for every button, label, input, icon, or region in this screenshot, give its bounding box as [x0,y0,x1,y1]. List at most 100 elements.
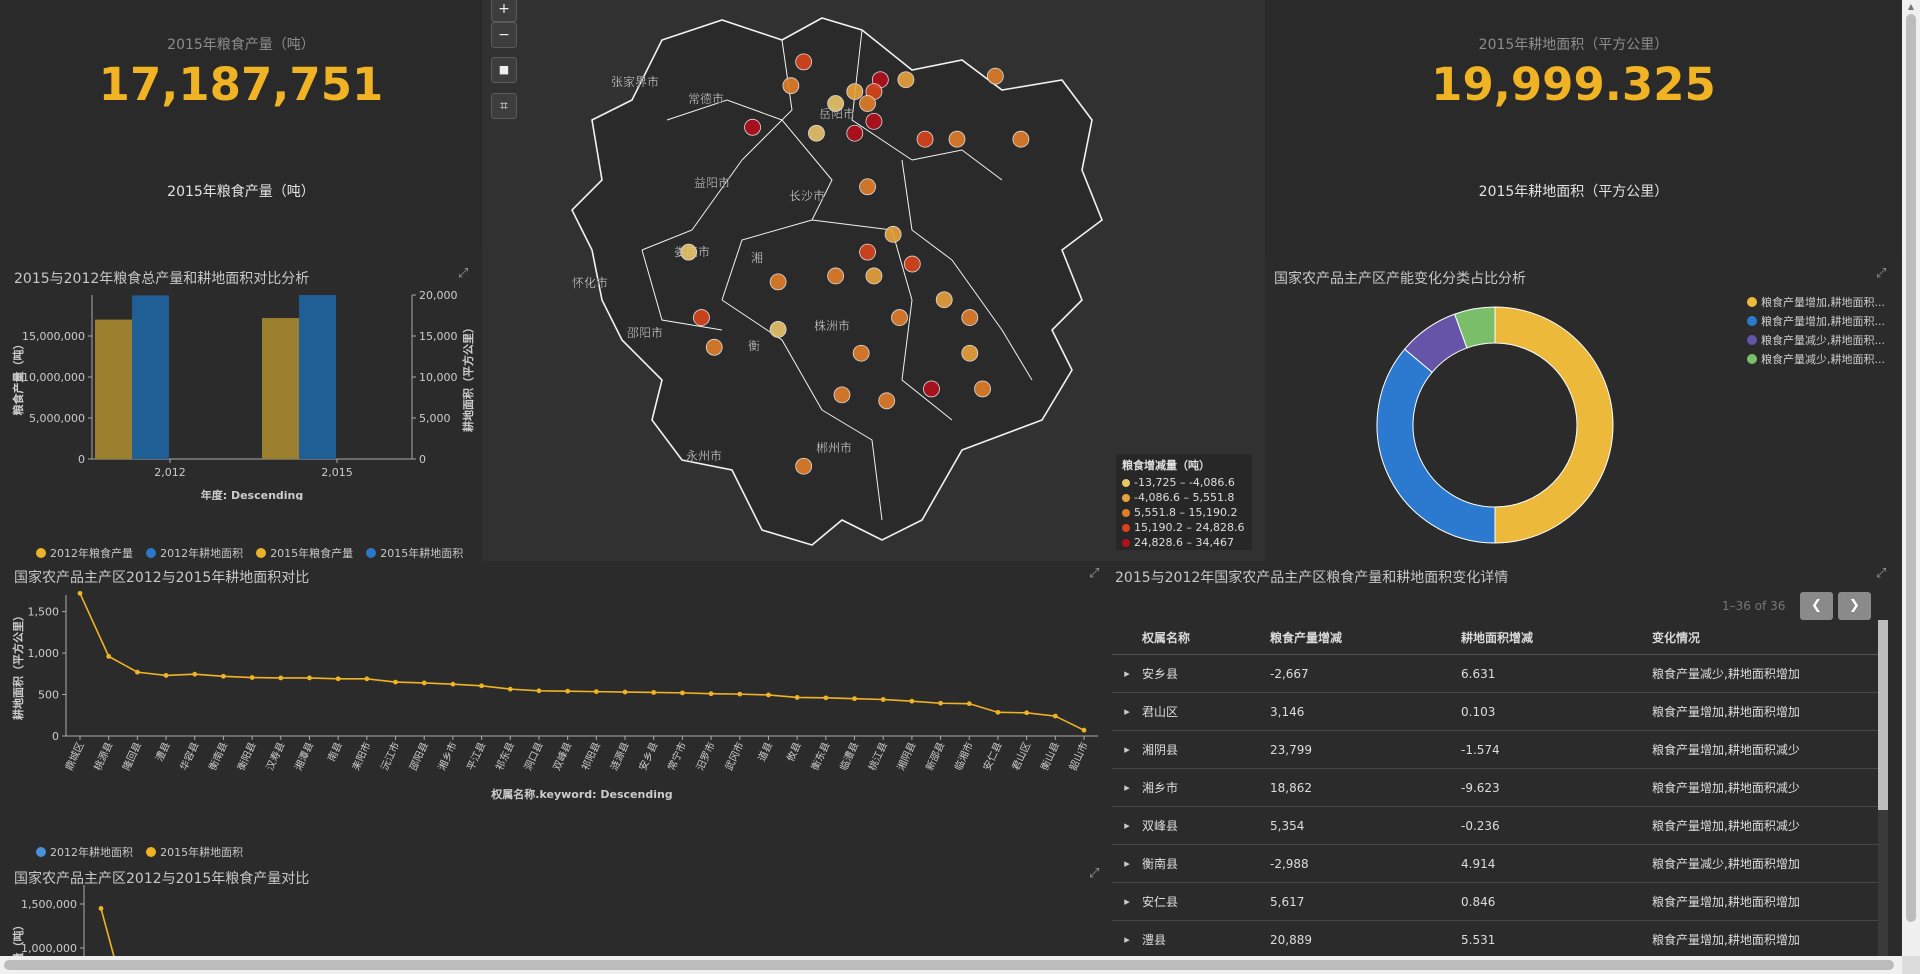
line2-expand-icon[interactable]: ⤢ [1089,866,1099,881]
row-expand-icon[interactable]: ▸ [1112,692,1142,731]
legend-label: 粮食产量减少,耕地面积... [1761,333,1885,347]
bar-legend-item[interactable]: 2012年粮食产量 [36,545,133,561]
column-header[interactable]: 粮食产量增减 [1270,620,1461,655]
table-row[interactable]: ▸ 安仁县 5,617 0.846 粮食产量增加,耕地面积增加 [1112,882,1878,921]
table-row[interactable]: ▸ 安乡县 -2,667 6.631 粮食产量减少,耕地面积增加 [1112,654,1878,693]
row-expand-icon[interactable]: ▸ [1112,730,1142,769]
cell-change-type: 粮食产量增加,耕地面积增加 [1652,692,1878,731]
line1-expand-icon[interactable]: ⤢ [1089,566,1099,581]
donut-legend-item[interactable]: 粮食产量增加,耕地面积... [1747,311,1885,330]
x-tick-label: 桃江县 [865,740,889,773]
horizontal-scroll-thumb[interactable] [4,960,1894,970]
x-tick-label: 韶山市 [1066,740,1090,773]
prev-page-button[interactable]: ❮ [1800,592,1833,620]
x-tick-label: 鼎城区 [63,740,87,772]
x-tick-label: 祁东县 [493,740,517,773]
map-marker [961,309,979,326]
map-legend: 粮食增减量（吨） -13,725 – -4,086.6 -4,086.6 – 5,… [1116,454,1252,550]
donut-legend-item[interactable]: 粮食产量增加,耕地面积... [1747,292,1885,311]
x-tick-label: 衡阳县 [235,740,259,772]
city-label: 常德市 [688,91,724,106]
column-header[interactable]: 权属名称 [1142,620,1270,655]
table-row[interactable]: ▸ 衡南县 -2,988 4.914 粮食产量减少,耕地面积增加 [1112,844,1878,883]
left-metric-panel: 2015年粮食产量（吨） 17,187,751 2015年粮食产量（吨） [0,0,482,255]
zoom-out-button[interactable]: − [491,22,517,48]
cell-area-change: 4.914 [1461,844,1652,883]
series-point [708,691,714,697]
bar-legend: 2012年粮食产量 2012年耕地面积 2015年粮食产量 2015年耕地面积 [36,543,471,562]
row-expand-icon[interactable]: ▸ [1112,654,1142,693]
vertical-scroll-thumb[interactable] [1906,14,1916,922]
table-row[interactable]: ▸ 双峰县 5,354 -0.236 粮食产量增加,耕地面积减少 [1112,806,1878,845]
x-tick-label: 祁阳县 [579,740,603,773]
legend-label: 粮食产量增加,耕地面积... [1761,295,1885,309]
donut-legend-item[interactable]: 粮食产量减少,耕地面积... [1747,330,1885,349]
donut-legend-item[interactable]: 粮食产量减少,耕地面积... [1747,349,1885,368]
x-tick-label: 道县 [755,740,775,764]
city-label: 郴州市 [816,440,852,455]
map-marker [769,321,787,338]
cell-food-change: 20,889 [1270,920,1461,959]
series-point [335,676,341,682]
bar [132,295,169,459]
legend-label: 2015年耕地面积 [160,846,244,859]
row-expand-icon[interactable]: ▸ [1112,806,1142,845]
y-tick-label: 15,000,000 [22,330,85,343]
y-tick-label: 0 [52,730,59,743]
map-legend-item: 24,828.6 – 34,467 [1122,535,1246,550]
draw-square-button[interactable]: ■ [491,57,517,83]
column-header[interactable]: 变化情况 [1652,620,1878,655]
x-tick-label: 临澧县 [837,740,861,773]
next-page-button[interactable]: ❯ [1838,592,1871,620]
crop-button[interactable]: ⌗ [491,93,517,119]
table-expand-icon[interactable]: ⤢ [1876,566,1886,581]
right-metric-panel: 2015年耕地面积（平方公里） 19,999.325 2015年耕地面积（平方公… [1265,0,1902,255]
zoom-in-button[interactable]: + [491,0,517,22]
cell-food-change: 5,354 [1270,806,1461,845]
legend-label: 2012年耕地面积 [50,846,133,859]
legend-dot-icon [1747,296,1757,307]
bar-legend-item[interactable]: 2015年粮食产量 [256,545,353,561]
x-tick-label: 桃源县 [91,740,115,773]
map-marker [744,118,761,136]
page-horizontal-scrollbar[interactable] [0,956,1902,974]
table-scrollbar[interactable] [1878,620,1888,956]
line1-legend-item[interactable]: 2012年耕地面积 [36,844,133,860]
x-tick-label: 隆回县 [120,740,144,773]
table-scrollbar-thumb[interactable] [1878,620,1888,810]
legend-dot-icon [36,847,46,857]
series-point [507,686,513,692]
row-expand-icon[interactable]: ▸ [1112,882,1142,921]
x-tick-label: 沅江市 [378,740,402,773]
line1-legend-item[interactable]: 2015年耕地面积 [146,844,243,860]
table-row[interactable]: ▸ 君山区 3,146 0.103 粮食产量增加,耕地面积增加 [1112,692,1878,731]
legend-dot-icon [1122,493,1130,502]
column-header[interactable]: 耕地面积增减 [1461,620,1652,655]
donut-legend: 粮食产量增加,耕地面积... 粮食产量增加,耕地面积... 粮食产量减少,耕地面积.… [1747,292,1885,368]
series-point [1052,713,1058,719]
x-tick-label: 新邵县 [923,740,947,773]
cell-change-type: 粮食产量增加,耕地面积减少 [1652,806,1878,845]
scroll-up-icon[interactable]: ▲ [1902,0,1920,14]
cell-food-change: 3,146 [1270,692,1461,731]
table-row[interactable]: ▸ 湘乡市 18,862 -9.623 粮食产量增加,耕地面积减少 [1112,768,1878,807]
row-expand-icon[interactable]: ▸ [1112,844,1142,883]
series-point [364,676,370,682]
right-metric-value: 19,999.325 [1431,58,1716,111]
table-row[interactable]: ▸ 湘阴县 23,799 -1.574 粮食产量增加,耕地面积减少 [1112,730,1878,769]
legend-label: 粮食产量减少,耕地面积... [1761,352,1885,366]
map-marker [859,243,876,261]
bar-legend-item[interactable]: 2015年耕地面积 [366,545,463,561]
row-expand-icon[interactable]: ▸ [1112,920,1142,959]
bar [95,319,132,459]
row-expand-icon[interactable]: ▸ [1112,768,1142,807]
page-vertical-scrollbar[interactable]: ▲ [1902,0,1920,956]
x-tick-label: 湘阴县 [894,740,918,773]
donut-expand-icon[interactable]: ⤢ [1876,266,1886,281]
series-point [98,906,104,911]
map-marker [827,95,845,112]
table-row[interactable]: ▸ 澧县 20,889 5.531 粮食产量增加,耕地面积增加 [1112,920,1878,959]
bar-legend-item[interactable]: 2012年耕地面积 [146,545,243,561]
bar-expand-icon[interactable]: ⤢ [458,266,468,281]
y-axis-label: 耕地面积（平方公里） [11,610,25,720]
